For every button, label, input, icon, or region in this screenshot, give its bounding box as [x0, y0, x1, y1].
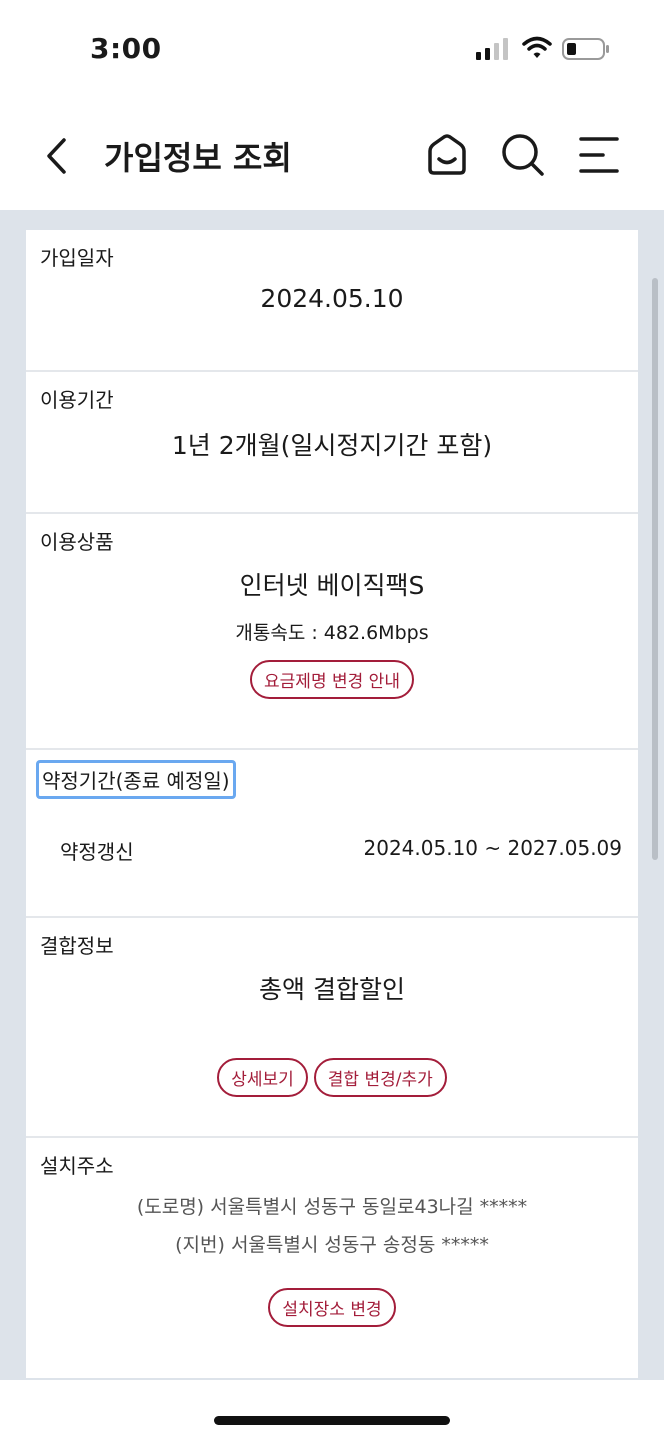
install-location-change-button[interactable]: 설치장소 변경: [268, 1288, 396, 1327]
address-road: (도로명) 서울특별시 성동구 동일로43나길 *****: [136, 1196, 528, 1218]
bundle-section: 결합정보 총액 결합할인 상세보기 결합 변경/추가: [26, 918, 638, 1138]
contract-label[interactable]: 약정기간(종료 예정일): [36, 760, 236, 799]
address-label: 설치주소: [40, 1154, 114, 1178]
address-section: 설치주소 (도로명) 서울특별시 성동구 동일로43나길 ***** (지번) …: [26, 1138, 638, 1378]
bundle-value: 총액 결합할인: [259, 975, 405, 1004]
subscription-info-card: 가입일자 2024.05.10 이용기간 1년 2개월(일시정지기간 포함) 이…: [26, 230, 638, 1378]
home-button[interactable]: [422, 130, 472, 180]
page-title: 가입정보 조회: [104, 139, 292, 177]
address-button-row: 설치장소 변경: [26, 1288, 638, 1327]
product-speed: 개통속도 : 482.6Mbps: [235, 622, 429, 644]
battery-icon: [562, 38, 609, 60]
bundle-change-button[interactable]: 결합 변경/추가: [313, 1058, 447, 1097]
product-section: 이용상품 인터넷 베이직팩S 개통속도 : 482.6Mbps 요금제명 변경 …: [26, 514, 638, 750]
home-icon: [428, 134, 466, 175]
contract-type: 약정갱신: [60, 840, 134, 864]
app-header: 가입정보 조회: [0, 100, 664, 210]
product-label: 이용상품: [40, 530, 114, 554]
wifi-icon: [522, 36, 552, 58]
status-bar: 3:00: [0, 0, 664, 100]
join-date-section: 가입일자 2024.05.10: [26, 230, 638, 372]
signal-icon: [476, 38, 508, 60]
scrollbar[interactable]: [652, 278, 658, 860]
usage-period-label: 이용기간: [40, 388, 114, 412]
status-time: 3:00: [90, 32, 162, 65]
bottom-bar: [0, 1380, 664, 1440]
search-button[interactable]: [498, 130, 548, 180]
usage-period-value: 1년 2개월(일시정지기간 포함): [171, 431, 493, 460]
bundle-label: 결합정보: [40, 934, 114, 958]
product-name: 인터넷 베이직팩S: [239, 571, 425, 600]
address-lot: (지번) 서울특별시 성동구 송정동 *****: [175, 1234, 489, 1256]
contract-row: 약정갱신 2024.05.10 ~ 2027.05.09: [26, 836, 638, 866]
contract-section: 약정기간(종료 예정일) 약정갱신 2024.05.10 ~ 2027.05.0…: [26, 750, 638, 918]
join-date-value: 2024.05.10: [260, 284, 404, 313]
bundle-button-row: 상세보기 결합 변경/추가: [26, 1058, 638, 1097]
home-indicator[interactable]: [214, 1416, 450, 1425]
bundle-detail-button[interactable]: 상세보기: [217, 1058, 308, 1097]
plan-name-change-button[interactable]: 요금제명 변경 안내: [250, 660, 414, 699]
back-button[interactable]: [38, 134, 74, 178]
join-date-label: 가입일자: [40, 246, 114, 270]
contract-period: 2024.05.10 ~ 2027.05.09: [363, 836, 623, 860]
menu-icon: [579, 137, 619, 173]
usage-period-section: 이용기간 1년 2개월(일시정지기간 포함): [26, 372, 638, 514]
back-icon: [47, 138, 66, 174]
menu-button[interactable]: [574, 130, 624, 180]
product-button-row: 요금제명 변경 안내: [26, 660, 638, 699]
search-icon: [502, 134, 544, 176]
